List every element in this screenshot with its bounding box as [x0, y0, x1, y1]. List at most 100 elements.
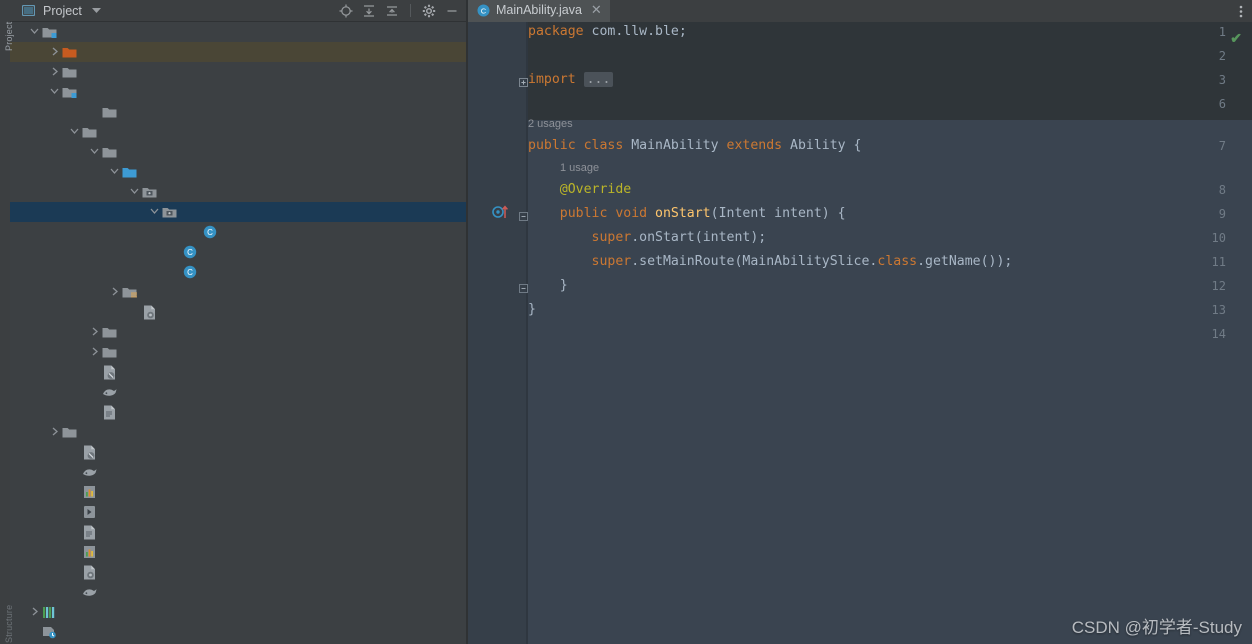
tree-item-gradle[interactable]: [10, 422, 466, 442]
tree-toggle-arrow[interactable]: [88, 347, 101, 358]
tree-toggle-arrow[interactable]: [28, 607, 41, 618]
code-usage-hint[interactable]: 1 usage: [560, 160, 599, 176]
vertical-tab-structure[interactable]: Structure: [4, 591, 14, 643]
tree-item-config.json[interactable]: [10, 302, 466, 322]
tree-item-ohostest[interactable]: [10, 322, 466, 342]
java-class-icon: C: [183, 245, 196, 259]
tab-mainability-java[interactable]: C MainAbility.java ✕: [468, 0, 610, 22]
tree-item-harmonyble[interactable]: [10, 22, 466, 42]
tree-toggle-arrow[interactable]: [68, 127, 81, 137]
tree-toggle-arrow[interactable]: [48, 87, 61, 97]
tree-item-icon: [81, 586, 98, 599]
line-number: 7: [1218, 139, 1226, 153]
tree-item-.gitignore[interactable]: [10, 442, 466, 462]
tree-item-src[interactable]: [10, 122, 466, 142]
code-line[interactable]: super.onStart(intent);: [528, 228, 767, 248]
chevron-down-icon: [150, 208, 159, 214]
close-icon[interactable]: ✕: [591, 2, 602, 18]
tree-item-build.gradle[interactable]: [10, 462, 466, 482]
expand-all-icon[interactable]: [361, 3, 377, 19]
svg-text:C: C: [187, 268, 193, 277]
code-token: (Intent intent) {: [710, 206, 846, 221]
tree-item-.gradle[interactable]: [10, 42, 466, 62]
resources-folder-icon: [122, 288, 137, 298]
code-line[interactable]: }: [528, 276, 568, 296]
tree-toggle-arrow[interactable]: [48, 47, 61, 58]
tree-toggle-arrow[interactable]: [28, 27, 41, 37]
code-line[interactable]: package com.llw.ble;: [528, 22, 687, 42]
code-viewport[interactable]: package com.llw.ble; import ... 2 usages pu…: [468, 22, 1252, 644]
inspection-status-ok-icon[interactable]: ✔: [1230, 30, 1242, 47]
tree-toggle-arrow[interactable]: [128, 187, 141, 197]
code-line[interactable]: public class MainAbility extends Ability…: [528, 136, 861, 156]
project-tree-host[interactable]: C C C: [10, 22, 466, 644]
tree-toggle-arrow[interactable]: [88, 327, 101, 338]
tree-item-local.properties[interactable]: [10, 542, 466, 562]
scratches-consoles-icon: [43, 627, 56, 639]
code-line[interactable]: @Override: [528, 180, 631, 200]
tree-item-settings.gradle[interactable]: [10, 582, 466, 602]
tree-item-scratches-and-consoles[interactable]: [10, 622, 466, 642]
tree-item-icon: [81, 445, 98, 460]
code-usage-hint[interactable]: 2 usages: [528, 116, 573, 132]
tree-item-main[interactable]: [10, 142, 466, 162]
tree-item-icon: [61, 65, 78, 79]
code-line[interactable]: public void onStart(Intent intent) {: [528, 204, 846, 224]
tree-toggle-arrow[interactable]: [48, 427, 61, 438]
chevron-down-icon[interactable]: [89, 3, 105, 19]
override-method-icon[interactable]: [492, 204, 510, 225]
tree-item-gradle.properties[interactable]: [10, 482, 466, 502]
package-folder-icon: [142, 188, 157, 198]
left-tool-window-bar[interactable]: Project Structure: [0, 0, 14, 644]
tree-item-test[interactable]: [10, 342, 466, 362]
tree-toggle-arrow[interactable]: [148, 207, 161, 217]
code-line[interactable]: }: [528, 300, 536, 320]
line-number: 2: [1218, 49, 1226, 63]
pane-splitter[interactable]: [466, 0, 468, 644]
vertical-tab-project[interactable]: Project: [4, 0, 14, 51]
tree-item-resources[interactable]: [10, 282, 466, 302]
code-line[interactable]: super.setMainRoute(MainAbilitySlice.clas…: [528, 252, 1013, 272]
tree-item-.gitignore[interactable]: [10, 362, 466, 382]
settings-gear-icon[interactable]: [421, 3, 437, 19]
more-vertical-icon[interactable]: [1230, 0, 1252, 22]
chevron-down-icon: [90, 148, 99, 154]
tree-item-icon: [161, 205, 178, 219]
chevron-right-icon: [92, 347, 98, 355]
collapse-all-icon[interactable]: [384, 3, 400, 19]
project-tree[interactable]: C C C: [10, 22, 466, 642]
fold-region-start-icon[interactable]: [519, 208, 528, 226]
hide-window-icon[interactable]: [444, 3, 460, 19]
tree-item-icon: [121, 285, 138, 299]
import-fold-expand-icon[interactable]: [519, 74, 528, 92]
tree-item-package.json[interactable]: [10, 562, 466, 582]
tree-toggle-arrow[interactable]: [48, 67, 61, 78]
code-line[interactable]: import ...: [528, 70, 614, 90]
tree-toggle-arrow[interactable]: [108, 167, 121, 177]
tree-item-.idea[interactable]: [10, 62, 466, 82]
tree-item-myapplication[interactable]: C: [10, 262, 466, 282]
editor-gutter[interactable]: [468, 22, 526, 644]
select-opened-file-icon[interactable]: [338, 3, 354, 19]
script-file-icon: [84, 506, 95, 518]
tree-toggle-arrow[interactable]: [88, 147, 101, 157]
tree-item-slice[interactable]: [10, 202, 466, 222]
tree-item-proguard-rules.pro[interactable]: [10, 402, 466, 422]
tree-toggle-arrow[interactable]: [108, 287, 121, 298]
tree-item-mainability[interactable]: C: [10, 242, 466, 262]
tree-item-java[interactable]: [10, 162, 466, 182]
tree-item-gradlew[interactable]: [10, 502, 466, 522]
tree-item-com.llw.ble[interactable]: [10, 182, 466, 202]
tree-item-entry[interactable]: [10, 82, 466, 102]
chevron-down-icon: [30, 28, 39, 34]
properties-file-icon: [83, 486, 95, 498]
code-token: onStart: [655, 206, 711, 221]
tree-item-icon: [101, 386, 118, 399]
tree-item-build.gradle[interactable]: [10, 382, 466, 402]
tree-item-gradlew.bat[interactable]: [10, 522, 466, 542]
tree-item-libs[interactable]: [10, 102, 466, 122]
tree-item-mainabilityslice[interactable]: C: [10, 222, 466, 242]
tree-item-external-libraries[interactable]: [10, 602, 466, 622]
fold-region-end-icon[interactable]: [519, 280, 528, 298]
